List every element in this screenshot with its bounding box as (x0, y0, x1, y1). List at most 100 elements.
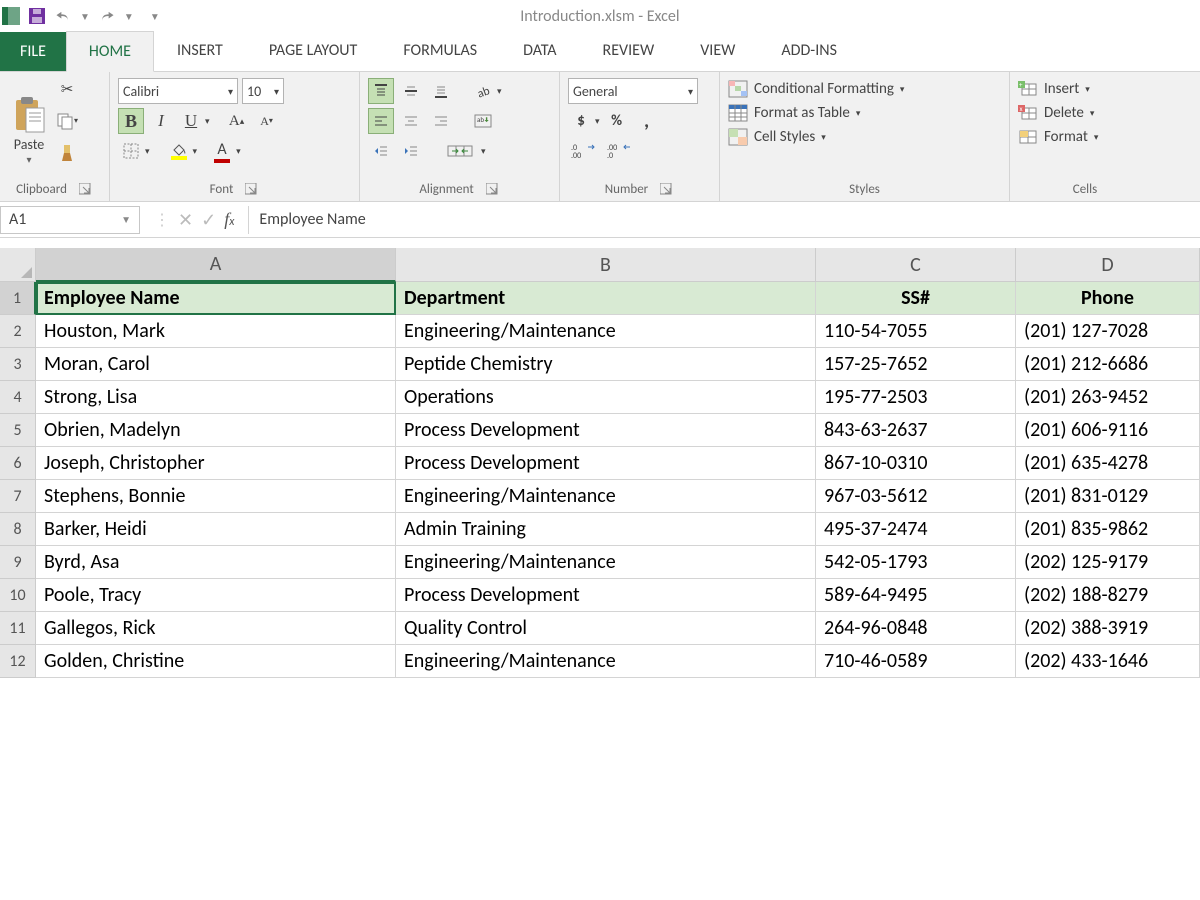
cell[interactable]: Byrd, Asa (36, 546, 396, 579)
cell[interactable]: Process Development (396, 579, 816, 612)
row-header[interactable]: 4 (0, 381, 36, 414)
merge-center-button[interactable] (440, 138, 480, 164)
cell[interactable]: Process Development (396, 414, 816, 447)
copy-button[interactable]: ▾ (54, 108, 80, 134)
orientation-button[interactable]: ab (470, 78, 496, 104)
paste-dropdown-icon[interactable]: ▾ (26, 153, 31, 166)
font-size-dropdown[interactable]: 10▾ (242, 78, 284, 104)
increase-indent-button[interactable] (398, 138, 424, 164)
column-header[interactable]: A (36, 248, 396, 282)
cell[interactable]: Golden, Christine (36, 645, 396, 678)
cell[interactable]: Joseph, Christopher (36, 447, 396, 480)
column-header[interactable]: B (396, 248, 816, 282)
row-header[interactable]: 8 (0, 513, 36, 546)
cell[interactable]: Quality Control (396, 612, 816, 645)
enter-formula-button[interactable]: ✓ (201, 209, 216, 231)
cell[interactable]: Gallegos, Rick (36, 612, 396, 645)
tab-data[interactable]: DATA (500, 30, 579, 71)
fill-color-dropdown-icon[interactable]: ▾ (193, 146, 198, 157)
percent-format-button[interactable]: % (604, 108, 630, 134)
redo-dropdown-icon[interactable]: ▼ (124, 10, 134, 23)
cell[interactable]: Obrien, Madelyn (36, 414, 396, 447)
cell[interactable]: 542-05-1793 (816, 546, 1016, 579)
cell[interactable]: Strong, Lisa (36, 381, 396, 414)
cell[interactable]: (201) 831-0129 (1016, 480, 1200, 513)
cell[interactable]: 967-03-5612 (816, 480, 1016, 513)
bold-button[interactable]: B (118, 108, 144, 134)
row-header[interactable]: 5 (0, 414, 36, 447)
italic-button[interactable]: I (148, 108, 174, 134)
alignment-launcher-icon[interactable] (486, 183, 500, 197)
format-cells-button[interactable]: Format ▾ (1018, 128, 1098, 146)
column-header[interactable]: D (1016, 248, 1200, 282)
undo-dropdown-icon[interactable]: ▼ (80, 10, 90, 23)
align-left-button[interactable] (368, 108, 394, 134)
cell[interactable]: (201) 606-9116 (1016, 414, 1200, 447)
number-launcher-icon[interactable] (660, 183, 674, 197)
cell[interactable]: Houston, Mark (36, 315, 396, 348)
accounting-format-button[interactable]: $ (568, 108, 594, 134)
align-top-button[interactable] (368, 78, 394, 104)
font-name-dropdown[interactable]: Calibri▾ (118, 78, 238, 104)
merge-dropdown-icon[interactable]: ▾ (481, 146, 486, 157)
row-header[interactable]: 10 (0, 579, 36, 612)
cell[interactable]: (201) 127-7028 (1016, 315, 1200, 348)
row-header[interactable]: 1 (0, 282, 36, 315)
cell[interactable]: Stephens, Bonnie (36, 480, 396, 513)
cell[interactable]: 110-54-7055 (816, 315, 1016, 348)
cell[interactable]: Engineering/Maintenance (396, 645, 816, 678)
cell-a1[interactable]: Employee Name (36, 282, 396, 315)
decrease-indent-button[interactable] (368, 138, 394, 164)
cell[interactable]: 495-37-2474 (816, 513, 1016, 546)
row-header[interactable]: 2 (0, 315, 36, 348)
wrap-text-button[interactable]: ab (470, 108, 496, 134)
underline-button[interactable]: U (178, 108, 204, 134)
orientation-dropdown-icon[interactable]: ▾ (497, 86, 502, 97)
align-bottom-button[interactable] (428, 78, 454, 104)
align-right-button[interactable] (428, 108, 454, 134)
cell[interactable]: (202) 188-8279 (1016, 579, 1200, 612)
delete-cells-button[interactable]: x Delete ▾ (1018, 104, 1098, 122)
name-box[interactable]: A1 ▼ (0, 206, 140, 234)
format-as-table-button[interactable]: Format as Table ▾ (728, 104, 904, 122)
save-icon[interactable] (28, 7, 46, 25)
chevron-down-icon[interactable]: ▼ (121, 213, 131, 226)
cell[interactable]: Moran, Carol (36, 348, 396, 381)
cell[interactable]: SS# (816, 282, 1016, 315)
cell[interactable]: 157-25-7652 (816, 348, 1016, 381)
cell[interactable]: Process Development (396, 447, 816, 480)
row-header[interactable]: 12 (0, 645, 36, 678)
cell[interactable]: Barker, Heidi (36, 513, 396, 546)
cell[interactable]: Phone (1016, 282, 1200, 315)
cell[interactable]: (201) 212-6686 (1016, 348, 1200, 381)
cell[interactable]: Department (396, 282, 816, 315)
cell[interactable]: (201) 835-9862 (1016, 513, 1200, 546)
tab-insert[interactable]: INSERT (154, 30, 246, 71)
qat-customize-icon[interactable]: ▼ (150, 10, 160, 23)
fill-color-button[interactable] (166, 138, 192, 164)
tab-add-ins[interactable]: ADD-INS (758, 30, 860, 71)
cell[interactable]: Engineering/Maintenance (396, 480, 816, 513)
accounting-dropdown-icon[interactable]: ▾ (595, 116, 600, 127)
conditional-formatting-button[interactable]: Conditional Formatting ▾ (728, 80, 904, 98)
cell[interactable]: Engineering/Maintenance (396, 546, 816, 579)
cut-button[interactable]: ✂ (54, 76, 80, 102)
row-header[interactable]: 3 (0, 348, 36, 381)
cell[interactable]: 589-64-9495 (816, 579, 1016, 612)
insert-cells-button[interactable]: + Insert ▾ (1018, 80, 1098, 98)
cell[interactable]: (202) 125-9179 (1016, 546, 1200, 579)
font-launcher-icon[interactable] (245, 183, 259, 197)
clipboard-launcher-icon[interactable] (79, 183, 93, 197)
row-header[interactable]: 6 (0, 447, 36, 480)
increase-decimal-button[interactable]: .0.00 (568, 138, 600, 164)
cell[interactable]: 843-63-2637 (816, 414, 1016, 447)
tab-file[interactable]: FILE (0, 32, 66, 71)
grow-font-button[interactable]: A▴ (224, 108, 250, 134)
cell[interactable]: Peptide Chemistry (396, 348, 816, 381)
tab-page-layout[interactable]: PAGE LAYOUT (246, 30, 381, 71)
decrease-decimal-button[interactable]: .00.0 (604, 138, 636, 164)
align-center-button[interactable] (398, 108, 424, 134)
cell[interactable]: Operations (396, 381, 816, 414)
row-header[interactable]: 9 (0, 546, 36, 579)
tab-view[interactable]: VIEW (677, 30, 758, 71)
